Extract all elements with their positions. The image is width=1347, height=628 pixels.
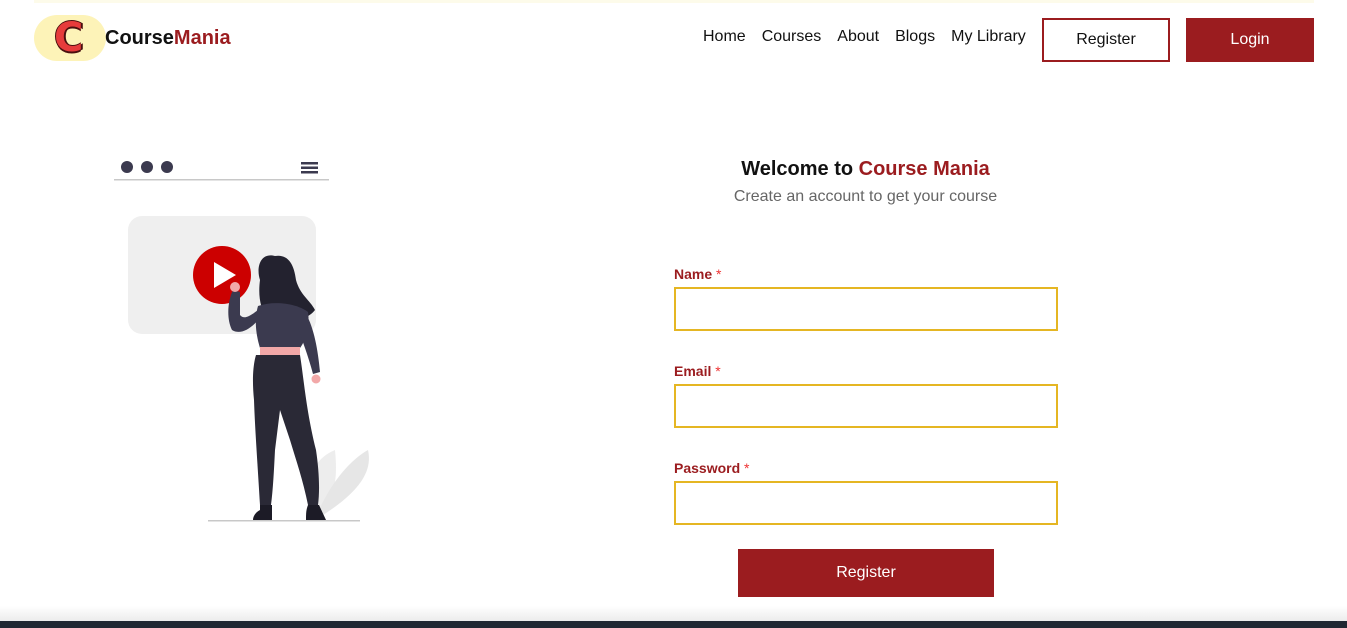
woman-watching-video-illustration bbox=[110, 150, 380, 530]
email-field[interactable] bbox=[674, 384, 1058, 428]
play-icon bbox=[193, 246, 251, 304]
password-label: Password * bbox=[674, 460, 749, 476]
nav-blogs[interactable]: Blogs bbox=[895, 28, 935, 46]
form-title: Welcome to Course Mania bbox=[600, 158, 1131, 181]
form-title-accent: Course Mania bbox=[858, 158, 990, 180]
nav-courses[interactable]: Courses bbox=[762, 28, 822, 46]
logo-letter: C bbox=[54, 15, 84, 61]
logo-text-primary: Course bbox=[105, 27, 174, 49]
required-marker: * bbox=[716, 266, 722, 282]
form-subtitle: Create an account to get your course bbox=[733, 188, 998, 205]
browser-bar bbox=[114, 161, 329, 181]
logo[interactable]: C CourseMania bbox=[34, 14, 231, 62]
nav-about[interactable]: About bbox=[837, 28, 879, 46]
email-label-text: Email bbox=[674, 363, 712, 379]
header-login-button[interactable]: Login bbox=[1186, 18, 1314, 62]
name-label: Name * bbox=[674, 266, 721, 282]
logo-text: CourseMania bbox=[105, 27, 231, 50]
register-submit-button[interactable]: Register bbox=[738, 549, 994, 597]
top-accent-strip bbox=[34, 0, 1314, 3]
required-marker: * bbox=[715, 363, 721, 379]
logo-text-accent: Mania bbox=[173, 27, 231, 49]
logo-badge: C bbox=[34, 15, 106, 61]
required-marker: * bbox=[744, 460, 750, 476]
bottom-bar bbox=[0, 621, 1347, 628]
bottom-shadow bbox=[0, 606, 1347, 621]
form-title-prefix: Welcome to bbox=[741, 158, 854, 180]
password-field[interactable] bbox=[674, 481, 1058, 525]
header-register-button[interactable]: Register bbox=[1042, 18, 1170, 62]
nav-home[interactable]: Home bbox=[703, 28, 746, 46]
password-label-text: Password bbox=[674, 460, 741, 476]
name-field[interactable] bbox=[674, 287, 1058, 331]
main-nav: Home Courses About Blogs My Library bbox=[703, 28, 1026, 46]
hamburger-menu-icon bbox=[301, 162, 318, 174]
name-label-text: Name bbox=[674, 266, 713, 282]
nav-my-library[interactable]: My Library bbox=[951, 28, 1026, 46]
email-label: Email * bbox=[674, 363, 721, 379]
